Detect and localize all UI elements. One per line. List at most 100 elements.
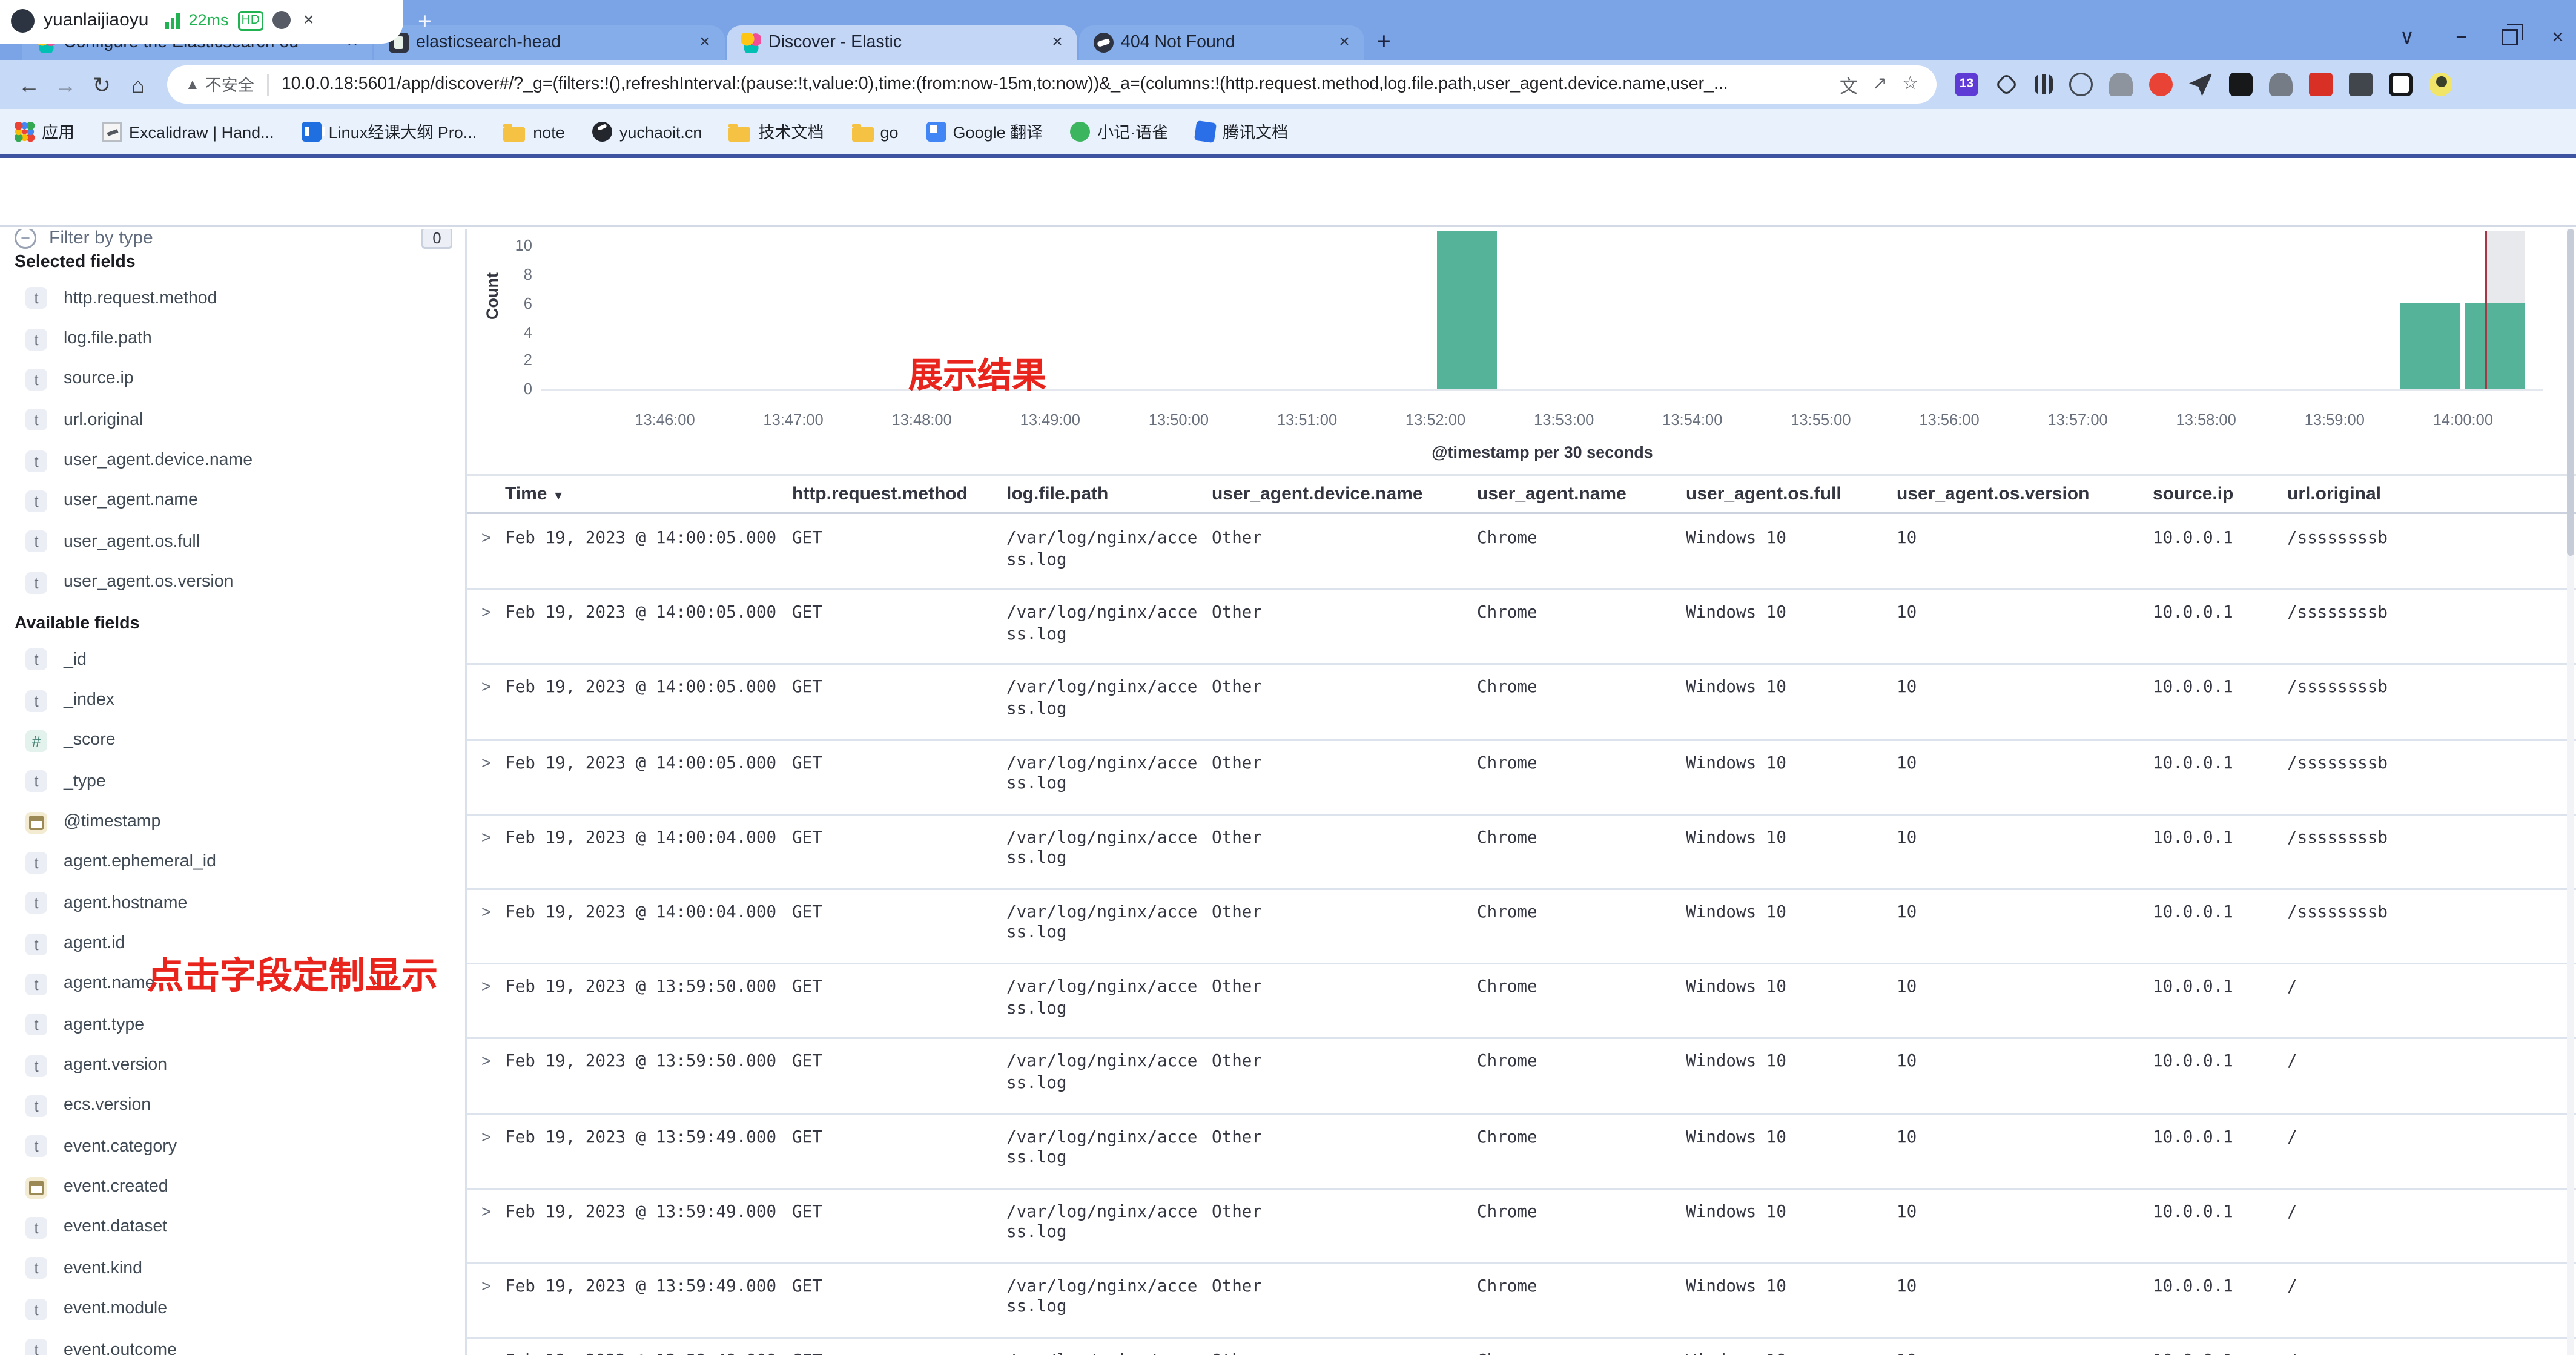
field-item[interactable]: tecs.version bbox=[0, 1086, 467, 1126]
translate-icon[interactable]: 文 bbox=[1840, 71, 1858, 98]
minimize-button[interactable]: − bbox=[2447, 27, 2476, 48]
hd-quality-badge[interactable]: HD bbox=[238, 10, 263, 30]
new-tab-button[interactable]: + bbox=[1377, 27, 1391, 54]
reload-icon[interactable]: ↻ bbox=[84, 72, 120, 97]
expand-row-icon[interactable]: > bbox=[478, 604, 505, 622]
field-item[interactable]: tevent.module bbox=[0, 1289, 467, 1330]
histogram-bar[interactable] bbox=[2465, 303, 2525, 389]
browser-tab-404[interactable]: 404 Not Found × bbox=[1079, 25, 1364, 60]
field-item[interactable]: tagent.ephemeral_id bbox=[0, 842, 467, 883]
expand-row-icon[interactable]: > bbox=[478, 903, 505, 921]
window-extension-icon[interactable] bbox=[2389, 73, 2413, 96]
expand-row-icon[interactable]: > bbox=[478, 1351, 505, 1355]
restore-window-button[interactable] bbox=[2502, 29, 2518, 45]
tab-close-icon[interactable]: × bbox=[1335, 33, 1353, 53]
field-item[interactable]: tuser_agent.os.version bbox=[0, 562, 467, 602]
histogram-bar[interactable] bbox=[2400, 303, 2460, 389]
field-item[interactable]: tuser_agent.name bbox=[0, 481, 467, 521]
tab-close-icon[interactable]: × bbox=[1048, 33, 1066, 53]
plane-extension-icon[interactable] bbox=[2189, 73, 2213, 96]
field-item[interactable]: t_id bbox=[0, 639, 467, 680]
filter-by-type[interactable]: − Filter by type 0 bbox=[15, 229, 452, 252]
scrollbar-thumb[interactable] bbox=[2567, 229, 2574, 556]
bookmark-item[interactable]: 应用 bbox=[15, 120, 74, 143]
browser-tab-discover-elastic[interactable]: Discover - Elastic × bbox=[727, 25, 1077, 60]
square-extension-icon[interactable] bbox=[2229, 73, 2253, 96]
field-item[interactable]: tuser_agent.os.full bbox=[0, 521, 467, 562]
expand-row-icon[interactable]: > bbox=[478, 529, 505, 547]
field-item[interactable]: t_type bbox=[0, 761, 467, 802]
back-icon[interactable]: ← bbox=[11, 72, 47, 97]
field-item[interactable]: tevent.kind bbox=[0, 1248, 467, 1288]
adblock-extension-icon[interactable]: 13 bbox=[1955, 73, 1978, 96]
available-fields-heading: Available fields bbox=[15, 614, 139, 634]
red-dot-extension-icon[interactable] bbox=[2149, 73, 2173, 96]
field-item[interactable]: t_index bbox=[0, 680, 467, 720]
field-item[interactable]: tagent.hostname bbox=[0, 883, 467, 923]
tab-close-icon[interactable]: × bbox=[696, 33, 714, 53]
field-item[interactable]: tevent.category bbox=[0, 1126, 467, 1167]
bookmark-item[interactable]: go bbox=[851, 123, 899, 141]
bookmark-item[interactable]: Linux经课大纲 Pro... bbox=[302, 120, 477, 143]
address-bar[interactable]: ▲ 不安全 10.0.0.18:5601/app/discover#/?_g=(… bbox=[167, 65, 1937, 104]
ghost-extension-icon[interactable] bbox=[2109, 73, 2133, 96]
bookmark-item[interactable]: 技术文档 bbox=[729, 120, 824, 143]
field-item[interactable]: tevent.dataset bbox=[0, 1207, 467, 1248]
column-header[interactable]: url.original bbox=[2287, 484, 2576, 504]
share-icon[interactable]: ↗ bbox=[1872, 74, 1887, 94]
expand-row-icon[interactable]: > bbox=[478, 753, 505, 771]
extensions-puzzle-icon[interactable] bbox=[2349, 73, 2373, 96]
field-item[interactable]: tsource.ip bbox=[0, 359, 467, 400]
bookmark-item[interactable]: yuchaoit.cn bbox=[592, 122, 702, 142]
field-item[interactable]: event.created bbox=[0, 1167, 467, 1207]
remote-session-tab[interactable]: yuanlaijiaoyu 22ms HD × bbox=[0, 0, 403, 44]
expand-row-icon[interactable]: > bbox=[478, 977, 505, 995]
field-item[interactable]: tlog.file.path bbox=[0, 318, 467, 359]
expand-row-icon[interactable]: > bbox=[478, 1202, 505, 1220]
clock-extension-icon[interactable] bbox=[2069, 73, 2093, 96]
bookmark-star-icon[interactable]: ☆ bbox=[1902, 74, 1918, 94]
lamp-extension-icon[interactable] bbox=[2269, 73, 2293, 96]
field-item[interactable]: tagent.type bbox=[0, 1004, 467, 1045]
field-item[interactable]: tuser_agent.device.name bbox=[0, 440, 467, 481]
column-header[interactable]: log.file.path bbox=[1006, 484, 1212, 504]
field-item[interactable]: #_score bbox=[0, 720, 467, 761]
histogram-bar[interactable] bbox=[1438, 231, 1498, 389]
equalizer-extension-icon[interactable] bbox=[2035, 74, 2053, 94]
bookmark-item[interactable]: note bbox=[504, 123, 565, 141]
field-item[interactable]: thttp.request.method bbox=[0, 278, 467, 318]
expand-row-icon[interactable]: > bbox=[478, 1052, 505, 1070]
field-item[interactable]: tevent.outcome bbox=[0, 1330, 467, 1355]
red-cube-extension-icon[interactable] bbox=[2309, 73, 2333, 96]
new-session-button[interactable]: + bbox=[418, 7, 432, 35]
home-icon[interactable]: ⌂ bbox=[120, 72, 156, 97]
column-header[interactable]: http.request.method bbox=[792, 484, 1006, 504]
expand-row-icon[interactable]: > bbox=[478, 678, 505, 696]
column-header[interactable]: source.ip bbox=[2153, 484, 2287, 504]
bookmark-item[interactable]: Google 翻译 bbox=[926, 120, 1043, 143]
column-header[interactable]: Time▼ bbox=[505, 484, 792, 504]
field-item[interactable]: tagent.version bbox=[0, 1045, 467, 1086]
sort-desc-icon[interactable]: ▼ bbox=[553, 490, 564, 503]
bookmark-item[interactable]: 腾讯文档 bbox=[1195, 120, 1288, 143]
profile-avatar[interactable] bbox=[2429, 73, 2452, 96]
expand-row-icon[interactable]: > bbox=[478, 1277, 505, 1295]
bookmark-item[interactable]: Excalidraw | Hand... bbox=[102, 122, 274, 142]
close-window-button[interactable]: × bbox=[2543, 27, 2572, 48]
column-header[interactable]: user_agent.device.name bbox=[1212, 484, 1477, 504]
session-info-icon[interactable] bbox=[272, 11, 291, 29]
forward-icon[interactable]: → bbox=[47, 72, 84, 97]
bookmark-item[interactable]: 小记·语雀 bbox=[1070, 120, 1168, 143]
column-header[interactable]: user_agent.os.version bbox=[1897, 484, 2153, 504]
expand-row-icon[interactable]: > bbox=[478, 1127, 505, 1146]
kite-extension-icon[interactable] bbox=[1995, 73, 2018, 96]
expand-row-icon[interactable]: > bbox=[478, 828, 505, 846]
session-close-icon[interactable]: × bbox=[303, 10, 314, 30]
column-header[interactable]: user_agent.os.full bbox=[1686, 484, 1897, 504]
field-item[interactable]: turl.original bbox=[0, 400, 467, 440]
column-header[interactable]: user_agent.name bbox=[1477, 484, 1686, 504]
tab-search-chevron-icon[interactable]: ∨ bbox=[2393, 25, 2422, 49]
url-text[interactable]: 10.0.0.18:5601/app/discover#/?_g=(filter… bbox=[282, 74, 1825, 94]
field-item[interactable]: @timestamp bbox=[0, 802, 467, 842]
page-scrollbar[interactable] bbox=[2567, 229, 2574, 1355]
